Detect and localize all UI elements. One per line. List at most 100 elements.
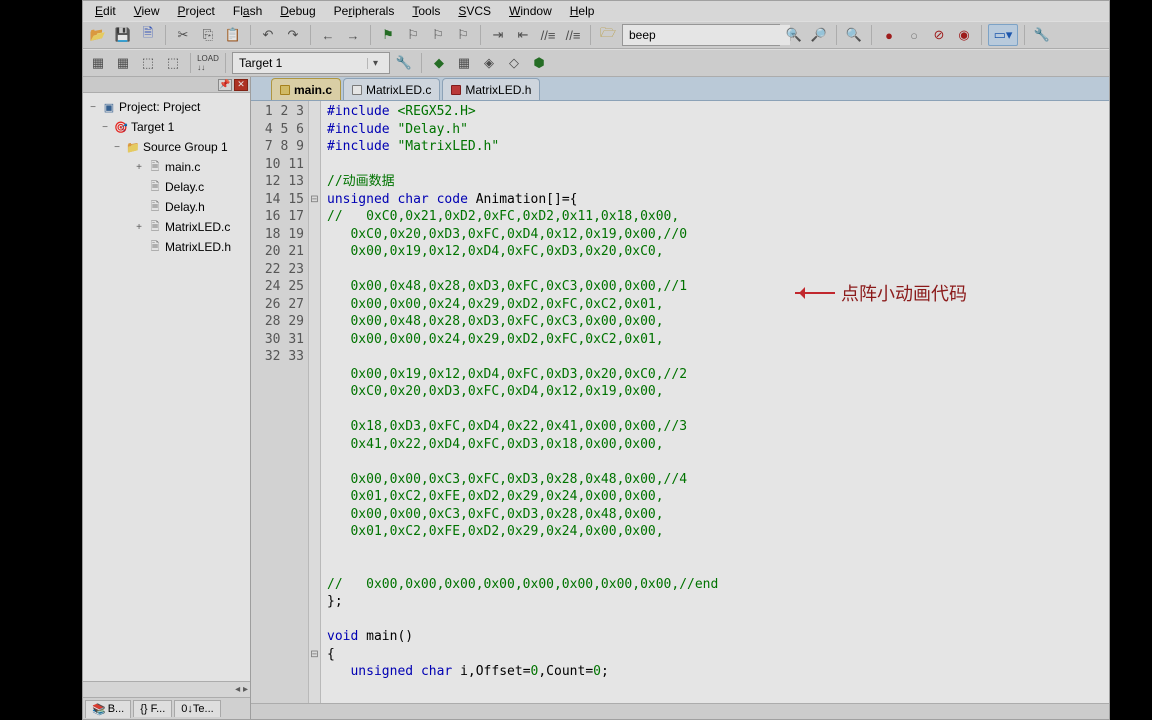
chevron-down-icon[interactable]: ▾ bbox=[367, 58, 383, 69]
tree-target[interactable]: − 🎯 Target 1 bbox=[85, 117, 248, 137]
expand-icon[interactable]: − bbox=[111, 142, 123, 153]
tab-label: main.c bbox=[294, 83, 332, 97]
expand-icon[interactable]: − bbox=[87, 102, 99, 113]
manage-components-icon[interactable]: ◆ bbox=[428, 52, 450, 74]
copy-icon[interactable]: ⎘ bbox=[197, 24, 219, 46]
editor-hscroll[interactable] bbox=[251, 703, 1109, 719]
menu-edit[interactable]: Edit bbox=[87, 2, 124, 20]
tab-label: MatrixLED.c bbox=[366, 83, 431, 97]
build-icon[interactable]: ▦ bbox=[112, 52, 134, 74]
pin-icon[interactable]: 📌 bbox=[218, 79, 232, 91]
manage-rte-icon[interactable]: ◈ bbox=[478, 52, 500, 74]
menu-peripherals[interactable]: Peripherals bbox=[326, 2, 403, 20]
debug-icon[interactable]: 🔍 bbox=[843, 24, 865, 46]
tree-file[interactable]: 🗎 Delay.c bbox=[85, 177, 248, 197]
menu-project[interactable]: Project bbox=[170, 2, 223, 20]
code-editor[interactable]: 1 2 3 4 5 6 7 8 9 10 11 12 13 14 15 16 1… bbox=[251, 101, 1109, 703]
menu-view[interactable]: View bbox=[126, 2, 168, 20]
target-options-icon[interactable]: 🔧 bbox=[393, 52, 415, 74]
bookmark-next-icon[interactable]: ⚐ bbox=[427, 24, 449, 46]
menubar: Edit View Project Flash Debug Peripheral… bbox=[83, 1, 1109, 21]
open-icon[interactable]: 📂 bbox=[87, 24, 109, 46]
tree-file-label: MatrixLED.c bbox=[165, 220, 230, 234]
tree-file-label: main.c bbox=[165, 160, 200, 174]
configure-icon[interactable]: 🔧 bbox=[1031, 24, 1053, 46]
expand-icon[interactable]: + bbox=[133, 162, 145, 173]
tree-target-label: Target 1 bbox=[131, 120, 174, 134]
target-input[interactable] bbox=[233, 53, 367, 73]
sidebar-tab-templates[interactable]: 0↓Te... bbox=[174, 700, 220, 717]
editor-tab-main[interactable]: main.c bbox=[271, 78, 341, 100]
target-icon: 🎯 bbox=[113, 119, 129, 135]
download-icon[interactable]: LOAD↓↓ bbox=[197, 52, 219, 74]
sidebar-tab-functions[interactable]: {} F... bbox=[133, 700, 172, 717]
cut-icon[interactable]: ✂ bbox=[172, 24, 194, 46]
tree-file[interactable]: 🗎 Delay.h bbox=[85, 197, 248, 217]
tree-file[interactable]: + 🗎 MatrixLED.c bbox=[85, 217, 248, 237]
comment-icon[interactable]: //≡ bbox=[537, 24, 559, 46]
batch-build-icon[interactable]: ⬚ bbox=[162, 52, 184, 74]
file-badge-icon bbox=[280, 85, 290, 95]
breakpoint-killall-icon[interactable]: ⊘ bbox=[928, 24, 950, 46]
rebuild-icon[interactable]: ⬚ bbox=[137, 52, 159, 74]
editor-tab-matrixled-c[interactable]: MatrixLED.c bbox=[343, 78, 440, 100]
file-badge-icon bbox=[352, 85, 362, 95]
window-icon[interactable]: ▭▾ bbox=[988, 24, 1018, 46]
file-icon: 🗎 bbox=[147, 199, 163, 215]
file-badge-icon bbox=[451, 85, 461, 95]
save-icon[interactable]: 💾 bbox=[112, 24, 134, 46]
menu-debug[interactable]: Debug bbox=[272, 2, 323, 20]
editor-tabstrip: main.c MatrixLED.c MatrixLED.h bbox=[251, 77, 1109, 101]
translate-icon[interactable]: ▦ bbox=[87, 52, 109, 74]
tree-root[interactable]: − ▣ Project: Project bbox=[85, 97, 248, 117]
bookmark-prev-icon[interactable]: ⚐ bbox=[402, 24, 424, 46]
tree-file[interactable]: 🗎 MatrixLED.h bbox=[85, 237, 248, 257]
file-icon: 🗎 bbox=[147, 239, 163, 255]
sidebar-hscroll[interactable]: ◂ ▸ bbox=[83, 681, 250, 697]
tree-file-label: MatrixLED.h bbox=[165, 240, 231, 254]
breakpoint-icon[interactable]: ● bbox=[878, 24, 900, 46]
bookmark-toggle-icon[interactable]: ⚑ bbox=[377, 24, 399, 46]
indent-icon[interactable]: ⇥ bbox=[487, 24, 509, 46]
breakpoint-disable-icon[interactable]: ○ bbox=[903, 24, 925, 46]
sidebar-tab-books[interactable]: 📚 B... bbox=[85, 700, 131, 718]
menu-tools[interactable]: Tools bbox=[404, 2, 448, 20]
paste-icon[interactable]: 📋 bbox=[222, 24, 244, 46]
find-icon[interactable]: 🔍 bbox=[783, 24, 805, 46]
bookmark-clear-icon[interactable]: ⚐ bbox=[452, 24, 474, 46]
nav-back-icon[interactable]: ← bbox=[317, 24, 339, 46]
uncomment-icon[interactable]: //≡ bbox=[562, 24, 584, 46]
project-sidebar: 📌 ✕ − ▣ Project: Project − 🎯 Target 1 − … bbox=[83, 77, 251, 719]
redo-icon[interactable]: ↷ bbox=[282, 24, 304, 46]
project-tree: − ▣ Project: Project − 🎯 Target 1 − 📁 So… bbox=[83, 93, 250, 681]
menu-flash[interactable]: Flash bbox=[225, 2, 270, 20]
folder-icon: 📁 bbox=[125, 139, 141, 155]
select-packs-icon[interactable]: ◇ bbox=[503, 52, 525, 74]
menu-help[interactable]: Help bbox=[562, 2, 603, 20]
find-combo[interactable]: ▾ bbox=[622, 24, 780, 46]
toolbar-standard: 📂 💾 🗎 ✂ ⎘ 📋 ↶ ↷ ← → ⚑ ⚐ ⚐ ⚐ ⇥ ⇤ //≡ //≡ … bbox=[83, 21, 1109, 49]
close-icon[interactable]: ✕ bbox=[234, 79, 248, 91]
menu-svcs[interactable]: SVCS bbox=[450, 2, 499, 20]
find-input[interactable] bbox=[623, 25, 790, 45]
target-combo[interactable]: ▾ bbox=[232, 52, 390, 74]
breakpoint-window-icon[interactable]: ◉ bbox=[953, 24, 975, 46]
pack-installer-icon[interactable]: ⬢ bbox=[528, 52, 550, 74]
file-ext-icon[interactable]: ▦ bbox=[453, 52, 475, 74]
expand-icon[interactable]: + bbox=[133, 222, 145, 233]
fold-gutter[interactable]: ⊟ ⊟ bbox=[309, 101, 321, 703]
tree-group[interactable]: − 📁 Source Group 1 bbox=[85, 137, 248, 157]
project-icon: ▣ bbox=[101, 99, 117, 115]
menu-window[interactable]: Window bbox=[501, 2, 560, 20]
find-files-icon[interactable]: 🗁 bbox=[597, 24, 619, 46]
saveall-icon[interactable]: 🗎 bbox=[137, 24, 159, 46]
code-content[interactable]: #include <REGX52.H> #include "Delay.h" #… bbox=[321, 101, 1109, 703]
file-icon: 🗎 bbox=[147, 159, 163, 175]
tree-file[interactable]: + 🗎 main.c bbox=[85, 157, 248, 177]
incremental-find-icon[interactable]: 🔎 bbox=[808, 24, 830, 46]
expand-icon[interactable]: − bbox=[99, 122, 111, 133]
outdent-icon[interactable]: ⇤ bbox=[512, 24, 534, 46]
editor-tab-matrixled-h[interactable]: MatrixLED.h bbox=[442, 78, 540, 100]
undo-icon[interactable]: ↶ bbox=[257, 24, 279, 46]
nav-fwd-icon[interactable]: → bbox=[342, 24, 364, 46]
